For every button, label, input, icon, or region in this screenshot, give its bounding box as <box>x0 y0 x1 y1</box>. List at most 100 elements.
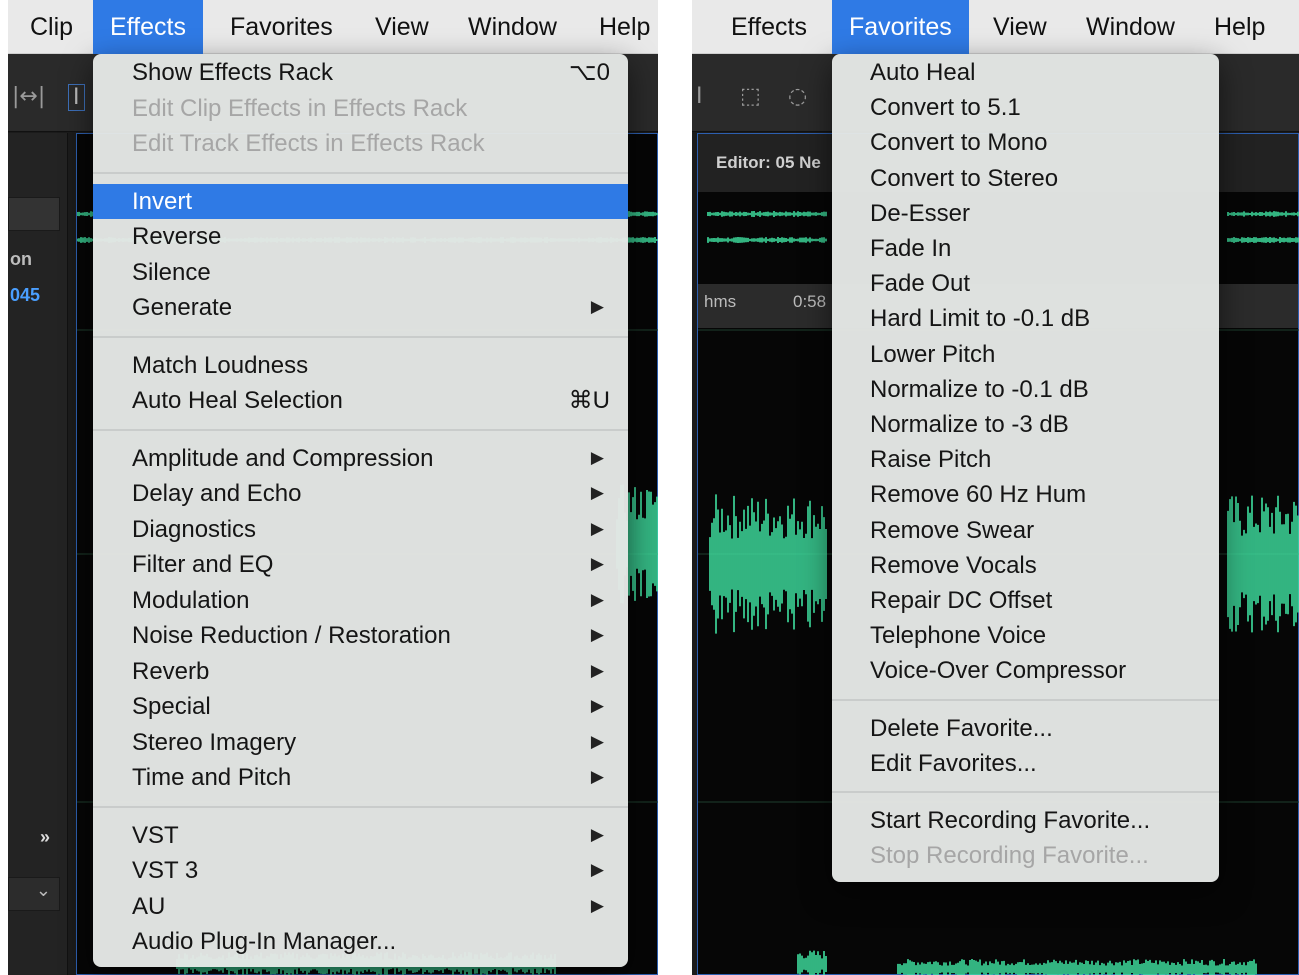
menu-item-convert-to-stereo[interactable]: Convert to Stereo <box>832 161 1219 196</box>
menu-effects[interactable]: Effects <box>714 0 824 54</box>
menu-help[interactable]: Help <box>582 0 658 54</box>
menu-item-noise-reduction-restoration[interactable]: Noise Reduction / Restoration ▶ <box>93 618 628 654</box>
submenu-arrow-icon: ▶ <box>590 696 604 716</box>
menu-favorites[interactable]: Favorites <box>832 0 969 54</box>
submenu-arrow-icon: ▶ <box>590 447 604 468</box>
menu-item-hard-limit-to-0-1-db[interactable]: Hard Limit to -0.1 dB <box>832 301 1219 336</box>
menu-item-label: Start Recording Favorite... <box>870 807 1151 834</box>
cursor-tool-icon[interactable]: I <box>68 84 85 111</box>
waveform-segment <box>709 494 827 634</box>
menu-window[interactable]: Window <box>1069 0 1192 54</box>
menu-item-remove-60-hz-hum[interactable]: Remove 60 Hz Hum <box>832 477 1219 512</box>
menu-item-label: Auto Heal <box>870 59 976 86</box>
menu-item-au[interactable]: AU ▶ <box>93 889 628 925</box>
menu-item-label: Auto Heal Selection <box>132 387 343 414</box>
menu-help[interactable]: Help <box>1197 0 1282 54</box>
menu-item-de-esser[interactable]: De-Esser <box>832 196 1219 231</box>
submenu-arrow-icon: ▶ <box>590 860 604 880</box>
cursor-tool-icon[interactable]: I <box>696 84 703 109</box>
menu-item-label: Diagnostics <box>132 515 257 543</box>
menu-separator <box>93 428 628 431</box>
menu-item-match-loudness[interactable]: Match Loudness <box>93 348 628 384</box>
menu-item-stereo-imagery[interactable]: Stereo Imagery ▶ <box>93 725 628 761</box>
menu-item-label: Remove Swear <box>870 516 1035 544</box>
menu-item-label: Generate <box>132 294 233 321</box>
menu-item-auto-heal[interactable]: Auto Heal <box>832 55 1219 90</box>
menu-item-modulation[interactable]: Modulation ▶ <box>93 583 628 619</box>
menu-item-label: Normalize to -3 dB <box>870 411 1069 438</box>
menu-item-reverb[interactable]: Reverb ▶ <box>93 654 628 690</box>
menu-view[interactable]: View <box>976 0 1064 54</box>
submenu-arrow-icon: ▶ <box>590 589 604 610</box>
menu-separator <box>832 791 1219 793</box>
menu-item-vst[interactable]: VST ▶ <box>93 818 628 854</box>
menu-effects[interactable]: Effects <box>93 0 203 54</box>
menu-item-remove-vocals[interactable]: Remove Vocals <box>832 548 1219 583</box>
menu-item-lower-pitch[interactable]: Lower Pitch <box>832 337 1219 372</box>
menu-item-silence[interactable]: Silence <box>93 255 628 291</box>
menu-item-amplitude-and-compression[interactable]: Amplitude and Compression ▶ <box>93 441 628 477</box>
menu-item-edit-track-effects-in-effects-rack: Edit Track Effects in Effects Rack <box>93 126 628 162</box>
menu-item-label: Fade Out <box>870 270 971 298</box>
menu-separator <box>832 698 1219 701</box>
menu-item-label: Convert to Mono <box>870 129 1048 157</box>
menu-item-normalize-to-3-db[interactable]: Normalize to -3 dB <box>832 407 1219 442</box>
menu-item-show-effects-rack[interactable]: Show Effects Rack ⌥0 <box>93 55 628 91</box>
waveform-segment <box>707 237 827 243</box>
menu-item-audio-plug-in-manager[interactable]: Audio Plug-In Manager... <box>93 924 628 960</box>
menu-item-edit-favorites[interactable]: Edit Favorites... <box>832 746 1219 781</box>
menu-item-voice-over-compressor[interactable]: Voice-Over Compressor <box>832 653 1219 688</box>
submenu-arrow-icon: ▶ <box>590 824 604 845</box>
expand-panel-icon[interactable]: » <box>40 827 50 848</box>
menu-item-label: Repair DC Offset <box>870 587 1053 614</box>
menu-item-time-and-pitch[interactable]: Time and Pitch ▶ <box>93 760 628 796</box>
favorites-menu-screenshot: I ⬚ ◌ Editor: 05 Ne hms 0:58 Effects Favo… <box>692 0 1299 975</box>
menu-item-filter-and-eq[interactable]: Filter and EQ ▶ <box>93 547 628 583</box>
waveform-segment <box>1227 237 1299 243</box>
menu-item-label: Lower Pitch <box>870 340 996 368</box>
menu-item-raise-pitch[interactable]: Raise Pitch <box>832 442 1219 477</box>
menu-clip[interactable]: Clip <box>13 0 90 54</box>
menu-item-special[interactable]: Special ▶ <box>93 689 628 725</box>
waveform-segment <box>1227 495 1299 633</box>
menu-item-label: Match Loudness <box>132 351 309 379</box>
menu-item-remove-swear[interactable]: Remove Swear <box>832 513 1219 548</box>
shortcut-label: ⌘U <box>568 387 610 414</box>
submenu-arrow-icon: ▶ <box>590 297 604 317</box>
menu-view[interactable]: View <box>358 0 446 54</box>
time-selection-tool-icon[interactable]: |↔| <box>12 84 45 109</box>
menu-item-auto-heal-selection[interactable]: Auto Heal Selection ⌘U <box>93 383 628 419</box>
menu-item-normalize-to-0-1-db[interactable]: Normalize to -0.1 dB <box>832 372 1219 407</box>
lasso-tool-icon[interactable]: ◌ <box>788 84 807 109</box>
menu-item-diagnostics[interactable]: Diagnostics ▶ <box>93 512 628 548</box>
submenu-arrow-icon: ▶ <box>590 731 604 752</box>
menu-item-repair-dc-offset[interactable]: Repair DC Offset <box>832 583 1219 618</box>
menu-item-reverse[interactable]: Reverse <box>93 219 628 255</box>
menu-bar: Clip Effects Favorites View Window Help <box>8 0 658 54</box>
menu-item-invert[interactable]: Invert <box>93 183 628 219</box>
menu-favorites[interactable]: Favorites <box>213 0 350 54</box>
waveform-segment <box>1227 211 1299 217</box>
menu-item-fade-in[interactable]: Fade In <box>832 231 1219 266</box>
menu-item-fade-out[interactable]: Fade Out <box>832 266 1219 301</box>
menu-item-label: De-Esser <box>870 199 971 227</box>
menu-item-convert-to-5-1[interactable]: Convert to 5.1 <box>832 90 1219 125</box>
menu-item-telephone-voice[interactable]: Telephone Voice <box>832 618 1219 653</box>
side-dropdown[interactable]: ⌄ <box>8 877 60 911</box>
marquee-tool-icon[interactable]: ⬚ <box>740 84 761 109</box>
menu-item-label: Modulation <box>132 586 250 614</box>
side-field[interactable] <box>8 197 60 231</box>
menu-item-vst-3[interactable]: VST 3 ▶ <box>93 853 628 889</box>
menu-separator <box>93 335 628 338</box>
menu-item-delay-and-echo[interactable]: Delay and Echo ▶ <box>93 476 628 512</box>
menu-item-convert-to-mono[interactable]: Convert to Mono <box>832 125 1219 160</box>
menu-item-start-recording-favorite[interactable]: Start Recording Favorite... <box>832 803 1219 838</box>
menu-item-label: Filter and EQ <box>132 551 274 578</box>
effects-menu: Show Effects Rack ⌥0 Edit Clip Effects in … <box>93 54 628 967</box>
shortcut-label: ⌥0 <box>568 59 610 86</box>
menu-window[interactable]: Window <box>451 0 574 54</box>
menu-item-delete-favorite[interactable]: Delete Favorite... <box>832 711 1219 746</box>
menu-item-generate[interactable]: Generate ▶ <box>93 290 628 326</box>
effects-menu-screenshot: |↔| I on 045 » ⌄ Clip Effects Favorites Vie… <box>8 0 658 975</box>
menu-item-label: Delay and Echo <box>132 480 302 507</box>
